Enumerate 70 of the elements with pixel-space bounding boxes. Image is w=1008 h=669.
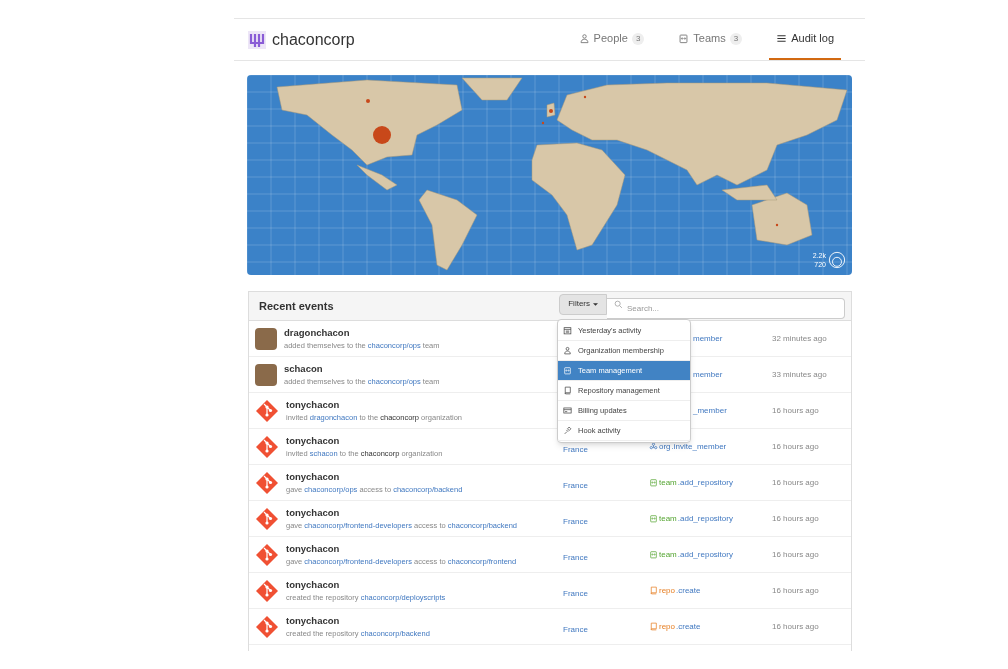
username-link[interactable]: schacon bbox=[284, 361, 440, 375]
username-link[interactable]: tonychacon bbox=[286, 505, 517, 519]
count-badge: 3 bbox=[729, 32, 743, 45]
action-link[interactable]: member bbox=[693, 368, 723, 381]
username-link[interactable]: tonychacon bbox=[286, 397, 462, 411]
location-link[interactable]: France bbox=[563, 624, 588, 634]
event-time: 16 hours ago bbox=[772, 584, 819, 597]
action-link[interactable]: team.add_repository bbox=[649, 476, 733, 489]
book-icon bbox=[649, 622, 658, 631]
nav-tab[interactable]: Audit log bbox=[769, 19, 841, 60]
nav-tab[interactable]: Teams 3 bbox=[671, 19, 750, 60]
username-link[interactable]: tonychacon bbox=[286, 433, 443, 447]
book-icon bbox=[563, 386, 572, 395]
count-badge: 3 bbox=[631, 32, 645, 45]
legend-circles-icon bbox=[828, 251, 846, 269]
action-link[interactable]: _member bbox=[693, 404, 727, 417]
event-time: 16 hours ago bbox=[772, 512, 819, 525]
avatar bbox=[255, 327, 277, 350]
avatar bbox=[255, 363, 277, 386]
event-time: 16 hours ago bbox=[772, 548, 819, 561]
location-link[interactable]: France bbox=[563, 480, 588, 490]
event-time: 32 minutes ago bbox=[772, 332, 827, 345]
action-link[interactable]: team.add_repository bbox=[649, 512, 733, 525]
location-link[interactable]: France bbox=[563, 516, 588, 526]
git-logo-icon bbox=[255, 470, 279, 495]
location-link[interactable]: France bbox=[563, 588, 588, 598]
action-link[interactable]: repo.create bbox=[649, 620, 701, 633]
event-time: 16 hours ago bbox=[772, 620, 819, 633]
team-icon bbox=[678, 33, 690, 44]
search-field[interactable]: Search... bbox=[607, 297, 845, 319]
book-icon bbox=[649, 586, 658, 595]
organization-icon bbox=[649, 442, 658, 451]
event-time: 16 hours ago bbox=[772, 404, 819, 417]
action-link[interactable]: org.invite_member bbox=[649, 440, 727, 453]
filters-button[interactable]: Filters bbox=[559, 293, 607, 315]
organization-name: chaconcorp bbox=[272, 29, 355, 50]
location-link[interactable]: France bbox=[563, 552, 588, 562]
username-link[interactable]: tonychacon bbox=[286, 541, 517, 555]
username-link[interactable]: tonychacon bbox=[286, 469, 463, 483]
git-logo-icon bbox=[255, 398, 279, 423]
people-icon bbox=[578, 33, 590, 44]
team-icon bbox=[649, 550, 658, 559]
action-link[interactable]: member bbox=[693, 332, 723, 345]
username-link[interactable]: dragonchacon bbox=[284, 325, 440, 339]
search-icon bbox=[614, 299, 623, 309]
plug-icon bbox=[563, 426, 572, 435]
action-link[interactable]: repo.create bbox=[649, 584, 701, 597]
action-link[interactable]: team.add_repository bbox=[649, 548, 733, 561]
git-logo-icon bbox=[255, 542, 279, 567]
event-time: 16 hours ago bbox=[772, 440, 819, 453]
panel-title: Recent events bbox=[259, 298, 334, 314]
calendar-icon bbox=[563, 326, 572, 335]
nav-tab[interactable]: People 3 bbox=[571, 19, 652, 60]
event-time: 33 minutes ago bbox=[772, 368, 827, 381]
team-icon bbox=[563, 366, 572, 375]
username-link[interactable]: tonychacon bbox=[286, 577, 446, 591]
organization-logo bbox=[248, 30, 266, 49]
event-time: 16 hours ago bbox=[772, 476, 819, 489]
git-logo-icon bbox=[255, 578, 279, 603]
people-icon bbox=[563, 346, 572, 355]
menu-icon bbox=[776, 33, 788, 44]
git-logo-icon bbox=[255, 614, 279, 639]
card-icon bbox=[563, 406, 572, 415]
username-link[interactable]: tonychacon bbox=[286, 613, 430, 627]
team-icon bbox=[649, 478, 658, 487]
team-icon bbox=[649, 514, 658, 523]
git-logo-icon bbox=[255, 434, 279, 459]
location-link[interactable]: France bbox=[563, 444, 588, 454]
git-logo-icon bbox=[255, 506, 279, 531]
caret-icon bbox=[593, 301, 598, 307]
